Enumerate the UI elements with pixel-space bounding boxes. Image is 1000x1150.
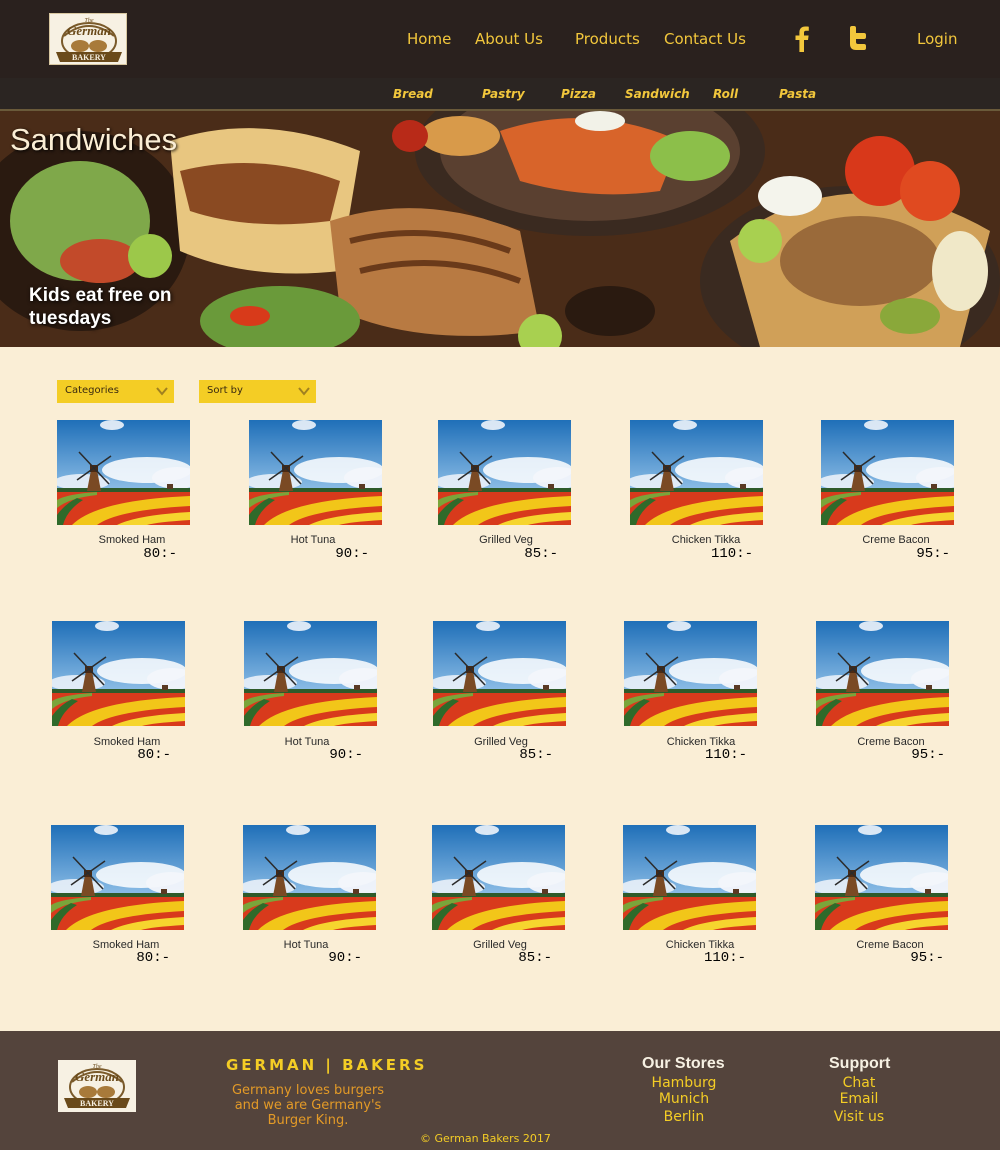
product-price: 80:- bbox=[136, 950, 170, 966]
sort-by-dropdown[interactable]: Sort by bbox=[199, 380, 316, 403]
category-pizza[interactable]: Pizza bbox=[561, 87, 596, 101]
sort-by-dropdown-label: Sort by bbox=[207, 385, 243, 396]
hero-promo-text: Kids eat free on tuesdays bbox=[29, 285, 172, 329]
product-price: 95:- bbox=[911, 747, 945, 763]
category-roll[interactable]: Roll bbox=[713, 87, 738, 101]
product-name[interactable]: Creme Bacon bbox=[821, 534, 971, 546]
categories-dropdown-label: Categories bbox=[65, 385, 119, 396]
page-title: Sandwiches bbox=[10, 122, 178, 157]
product-image[interactable] bbox=[51, 825, 184, 930]
product-image[interactable] bbox=[624, 621, 757, 726]
footer-tagline: Germany loves burgers and we are Germany… bbox=[231, 1083, 385, 1128]
product-price: 110:- bbox=[710, 546, 753, 562]
stores-heading: Our Stores bbox=[642, 1055, 725, 1072]
category-sandwich[interactable]: Sandwich bbox=[625, 87, 690, 101]
product-price: 85:- bbox=[518, 950, 552, 966]
support-email-link[interactable]: Email bbox=[809, 1091, 909, 1107]
categories-dropdown[interactable]: Categories bbox=[57, 380, 174, 403]
product-image[interactable] bbox=[249, 420, 382, 525]
product-image[interactable] bbox=[623, 825, 756, 930]
product-image[interactable] bbox=[52, 621, 185, 726]
product-price: 90:- bbox=[328, 950, 362, 966]
footer-brand: GERMAN | BAKERS bbox=[226, 1056, 428, 1074]
product-price: 80:- bbox=[143, 546, 177, 562]
product-price: 95:- bbox=[910, 950, 944, 966]
product-name[interactable]: Grilled Veg bbox=[431, 534, 581, 546]
product-price: 80:- bbox=[137, 747, 171, 763]
product-image[interactable] bbox=[243, 825, 376, 930]
nav-login[interactable]: Login bbox=[917, 30, 957, 48]
product-image[interactable] bbox=[816, 621, 949, 726]
category-pasta[interactable]: Pasta bbox=[779, 87, 816, 101]
category-pastry[interactable]: Pastry bbox=[482, 87, 525, 101]
store-hamburg-link[interactable]: Hamburg bbox=[634, 1075, 734, 1091]
product-image[interactable] bbox=[244, 621, 377, 726]
nav-about-us[interactable]: About Us bbox=[475, 30, 543, 48]
product-price: 110:- bbox=[704, 747, 747, 763]
facebook-icon[interactable] bbox=[795, 26, 809, 59]
product-price: 95:- bbox=[916, 546, 950, 562]
product-name[interactable]: Smoked Ham bbox=[57, 534, 207, 546]
store-berlin-link[interactable]: Berlin bbox=[634, 1109, 734, 1125]
nav-home[interactable]: Home bbox=[407, 30, 451, 48]
nav-products[interactable]: Products bbox=[575, 30, 640, 48]
chevron-down-icon bbox=[298, 387, 310, 396]
product-price: 90:- bbox=[329, 747, 363, 763]
product-image[interactable] bbox=[432, 825, 565, 930]
product-image[interactable] bbox=[57, 420, 190, 525]
chevron-down-icon bbox=[156, 387, 168, 396]
product-image[interactable] bbox=[433, 621, 566, 726]
product-image[interactable] bbox=[630, 420, 763, 525]
product-name[interactable]: Hot Tuna bbox=[238, 534, 388, 546]
product-price: 85:- bbox=[524, 546, 558, 562]
product-price: 85:- bbox=[519, 747, 553, 763]
product-image[interactable] bbox=[438, 420, 571, 525]
support-visit-link[interactable]: Visit us bbox=[809, 1109, 909, 1125]
nav-contact-us[interactable]: Contact Us bbox=[664, 30, 746, 48]
footer-logo[interactable] bbox=[58, 1060, 136, 1112]
product-name[interactable]: Chicken Tikka bbox=[631, 534, 781, 546]
product-price: 90:- bbox=[335, 546, 369, 562]
copyright-text: © German Bakers 2017 bbox=[420, 1132, 551, 1145]
support-chat-link[interactable]: Chat bbox=[809, 1075, 909, 1091]
product-price: 110:- bbox=[703, 950, 746, 966]
product-image[interactable] bbox=[821, 420, 954, 525]
store-munich-link[interactable]: Munich bbox=[634, 1091, 734, 1107]
product-image[interactable] bbox=[815, 825, 948, 930]
category-bread[interactable]: Bread bbox=[393, 87, 433, 101]
support-heading: Support bbox=[829, 1055, 891, 1072]
twitter-icon[interactable] bbox=[848, 26, 868, 57]
brand-logo[interactable] bbox=[49, 13, 127, 65]
